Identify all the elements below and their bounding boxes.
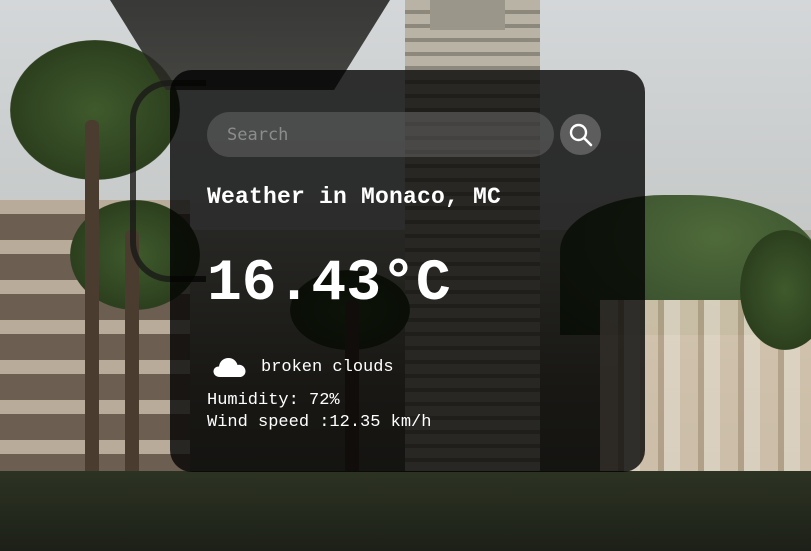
wind-speed-text: Wind speed :12.35 km/h (207, 413, 432, 432)
search-input[interactable] (207, 112, 554, 157)
weather-card: Weather in Monaco, MC 16.43°C broken clo… (170, 70, 645, 472)
weather-description: broken clouds (213, 354, 394, 380)
search-icon (569, 123, 592, 146)
tower-top (430, 0, 505, 30)
cloud-icon (213, 358, 246, 377)
temperature-value: 16.43°C (207, 252, 451, 317)
search-bar (207, 112, 602, 157)
description-text: broken clouds (261, 357, 394, 377)
ground (0, 471, 811, 551)
location-title: Weather in Monaco, MC (207, 184, 502, 210)
search-button[interactable] (560, 114, 601, 155)
humidity-text: Humidity: 72% (207, 391, 340, 410)
